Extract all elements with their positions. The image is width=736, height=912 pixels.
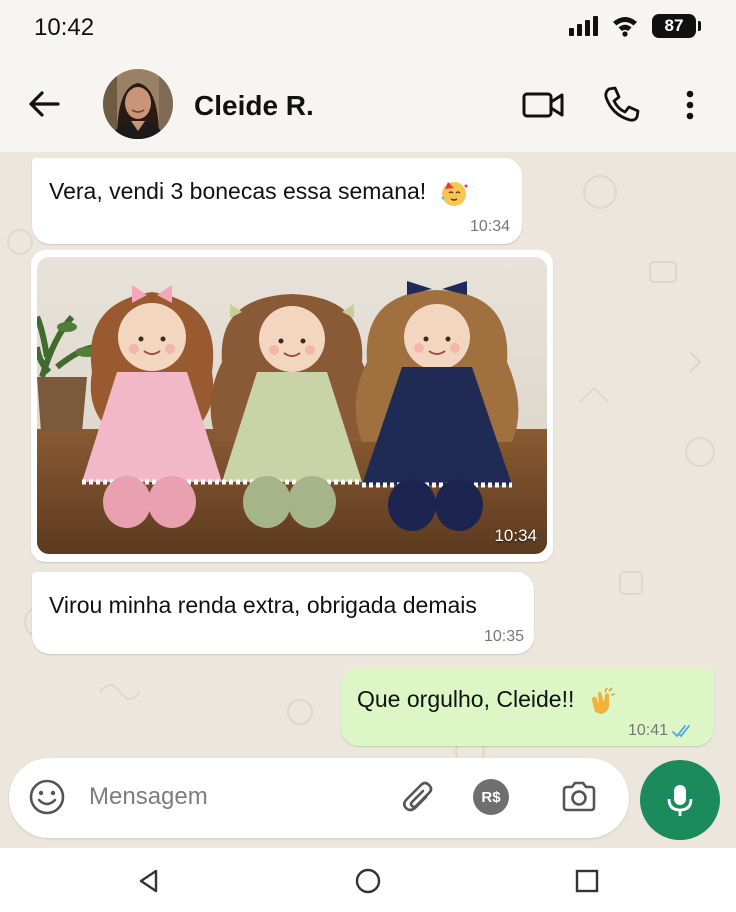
attachment-icon[interactable] [399, 777, 439, 817]
clapping-hands-emoji [591, 687, 615, 714]
doll-photo-image [37, 257, 547, 554]
emoji-icon[interactable] [27, 777, 67, 817]
back-arrow-icon[interactable] [26, 86, 62, 122]
message-bubble-incoming[interactable]: Vera, vendi 3 bonecas essa semana! 10:34 [32, 158, 522, 244]
message-bubble-incoming[interactable]: Virou minha renda extra, obrigada demais… [32, 572, 534, 654]
video-call-icon[interactable] [522, 84, 564, 126]
nav-home-icon[interactable] [353, 866, 383, 896]
more-options-icon[interactable] [670, 84, 710, 126]
message-time: 10:35 [483, 628, 524, 645]
nav-recents-icon[interactable] [572, 866, 602, 896]
message-time: 10:41 [627, 722, 668, 739]
status-icons: 87 [569, 14, 701, 38]
composer-bar: Mensagem R$ [0, 758, 736, 848]
message-text: Virou minha renda extra, obrigada demais [49, 592, 477, 618]
signal-icon [569, 16, 598, 36]
photo-time: 10:34 [494, 526, 537, 545]
doll-photo[interactable]: 10:34 [37, 257, 547, 554]
system-nav-bar [0, 848, 736, 912]
photo-message[interactable]: 10:34 [31, 250, 553, 562]
status-time: 10:42 [34, 14, 95, 41]
avatar-image [103, 69, 173, 139]
message-bubble-outgoing[interactable]: Que orgulho, Cleide!! 10:41 [341, 668, 714, 746]
wifi-icon [613, 17, 637, 37]
camera-icon[interactable] [559, 777, 599, 817]
read-ticks-icon [672, 725, 690, 738]
message-text-content: Que orgulho, Cleide!! [357, 686, 575, 713]
status-bar: 10:42 87 [0, 0, 736, 56]
microphone-icon [667, 785, 693, 816]
partying-face-emoji [441, 182, 468, 206]
payment-label: R$ [481, 788, 501, 806]
message-text: Vera, vendi 3 bonecas essa semana! [49, 178, 469, 208]
message-time: 10:34 [469, 218, 510, 235]
avatar[interactable] [103, 69, 173, 139]
message-input[interactable]: Mensagem [89, 783, 208, 811]
nav-back-icon[interactable] [134, 866, 164, 896]
payment-icon[interactable]: R$ [473, 779, 509, 815]
chat-area[interactable]: Vera, vendi 3 bonecas essa semana! 10:34 [0, 152, 736, 764]
message-input-container[interactable]: Mensagem R$ [9, 758, 629, 838]
chat-header: Cleide R. [0, 56, 736, 152]
message-text: Que orgulho, Cleide!! [357, 686, 617, 716]
contact-name[interactable]: Cleide R. [194, 90, 314, 122]
message-text-content: Vera, vendi 3 bonecas essa semana! [49, 178, 427, 205]
battery-level: 87 [664, 16, 684, 35]
voice-message-button[interactable] [640, 760, 720, 840]
phone-icon[interactable] [600, 84, 642, 126]
battery-icon: 87 [652, 14, 701, 38]
